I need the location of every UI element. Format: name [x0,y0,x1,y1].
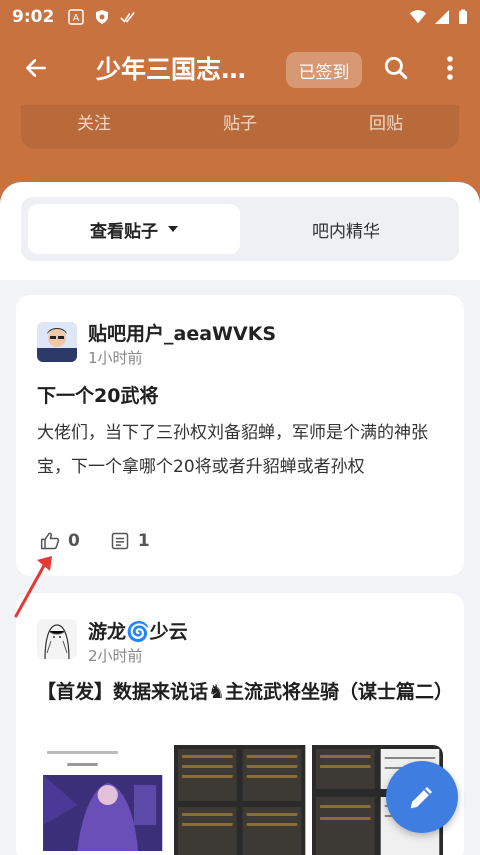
search-icon [384,56,408,80]
signal-icon [435,10,449,24]
toolbar: 少年三国志… 已签到 [0,36,480,100]
annotation-arrow-icon [14,556,52,618]
post-actions: 0 1 [40,531,180,551]
post-image[interactable] [37,745,169,855]
comment-button[interactable]: 1 [110,531,150,551]
post-author[interactable]: 贴吧用户_aeaWVKS [88,319,276,346]
stat-posts: 贴子 [223,114,257,134]
wifi-icon [410,10,426,24]
signed-in-button[interactable]: 已签到 [286,52,362,88]
arrow-left-icon [26,59,46,77]
search-button[interactable] [376,48,416,88]
avatar[interactable] [37,619,77,659]
more-options-button[interactable] [432,48,468,88]
post-card[interactable]: 贴吧用户_aeaWVKS 1小时前 下一个20武将 大佬们，当下了三孙权刘备貂蝉… [16,295,464,576]
status-time: 9:02 [12,7,55,27]
comment-icon [111,532,129,550]
tab-bar: 查看贴子 吧内精华 [21,197,459,261]
stat-follow: 关注 [77,114,111,134]
avatar[interactable] [37,322,77,362]
page-title: 少年三国志… [96,55,247,84]
post-title: 下一个20武将 [37,385,159,407]
compose-button[interactable] [386,761,458,833]
post-time: 2小时前 [88,647,143,665]
pencil-icon [410,787,432,809]
post-body: 大佬们，当下了三孙权刘备貂蝉，军师是个满的神张宝，下一个拿哪个20将或者升貂蝉或… [37,423,428,477]
like-button[interactable]: 0 [40,531,80,551]
stat-replies: 回贴 [369,114,403,134]
post-author[interactable]: 游龙🌀少云 [88,617,188,644]
back-button[interactable] [0,36,72,100]
tab-featured[interactable]: 吧内精华 [240,204,452,254]
like-count: 0 [68,531,80,551]
post-title: 【首发】数据来说话♞主流武将坐骑（谋士篇二） [37,681,454,703]
comment-count: 1 [137,531,150,551]
thumbs-up-icon [40,532,60,550]
status-bar: 9:02 A [0,0,480,34]
shield-icon [96,10,109,24]
post-images [37,745,443,855]
tab-view-posts-label: 查看贴子 [90,221,158,242]
tab-featured-label: 吧内精华 [312,221,380,242]
more-vertical-icon [447,56,453,80]
post-time: 1小时前 [88,349,143,367]
a-letter-icon: A [68,9,85,25]
post-image[interactable] [174,745,306,855]
forum-stats: 关注 贴子 回贴 [21,105,459,149]
caret-down-icon [168,226,178,232]
svg-text:A: A [73,13,80,24]
battery-icon [459,9,467,24]
double-check-icon [120,12,136,23]
tab-view-posts[interactable]: 查看贴子 [28,204,240,254]
